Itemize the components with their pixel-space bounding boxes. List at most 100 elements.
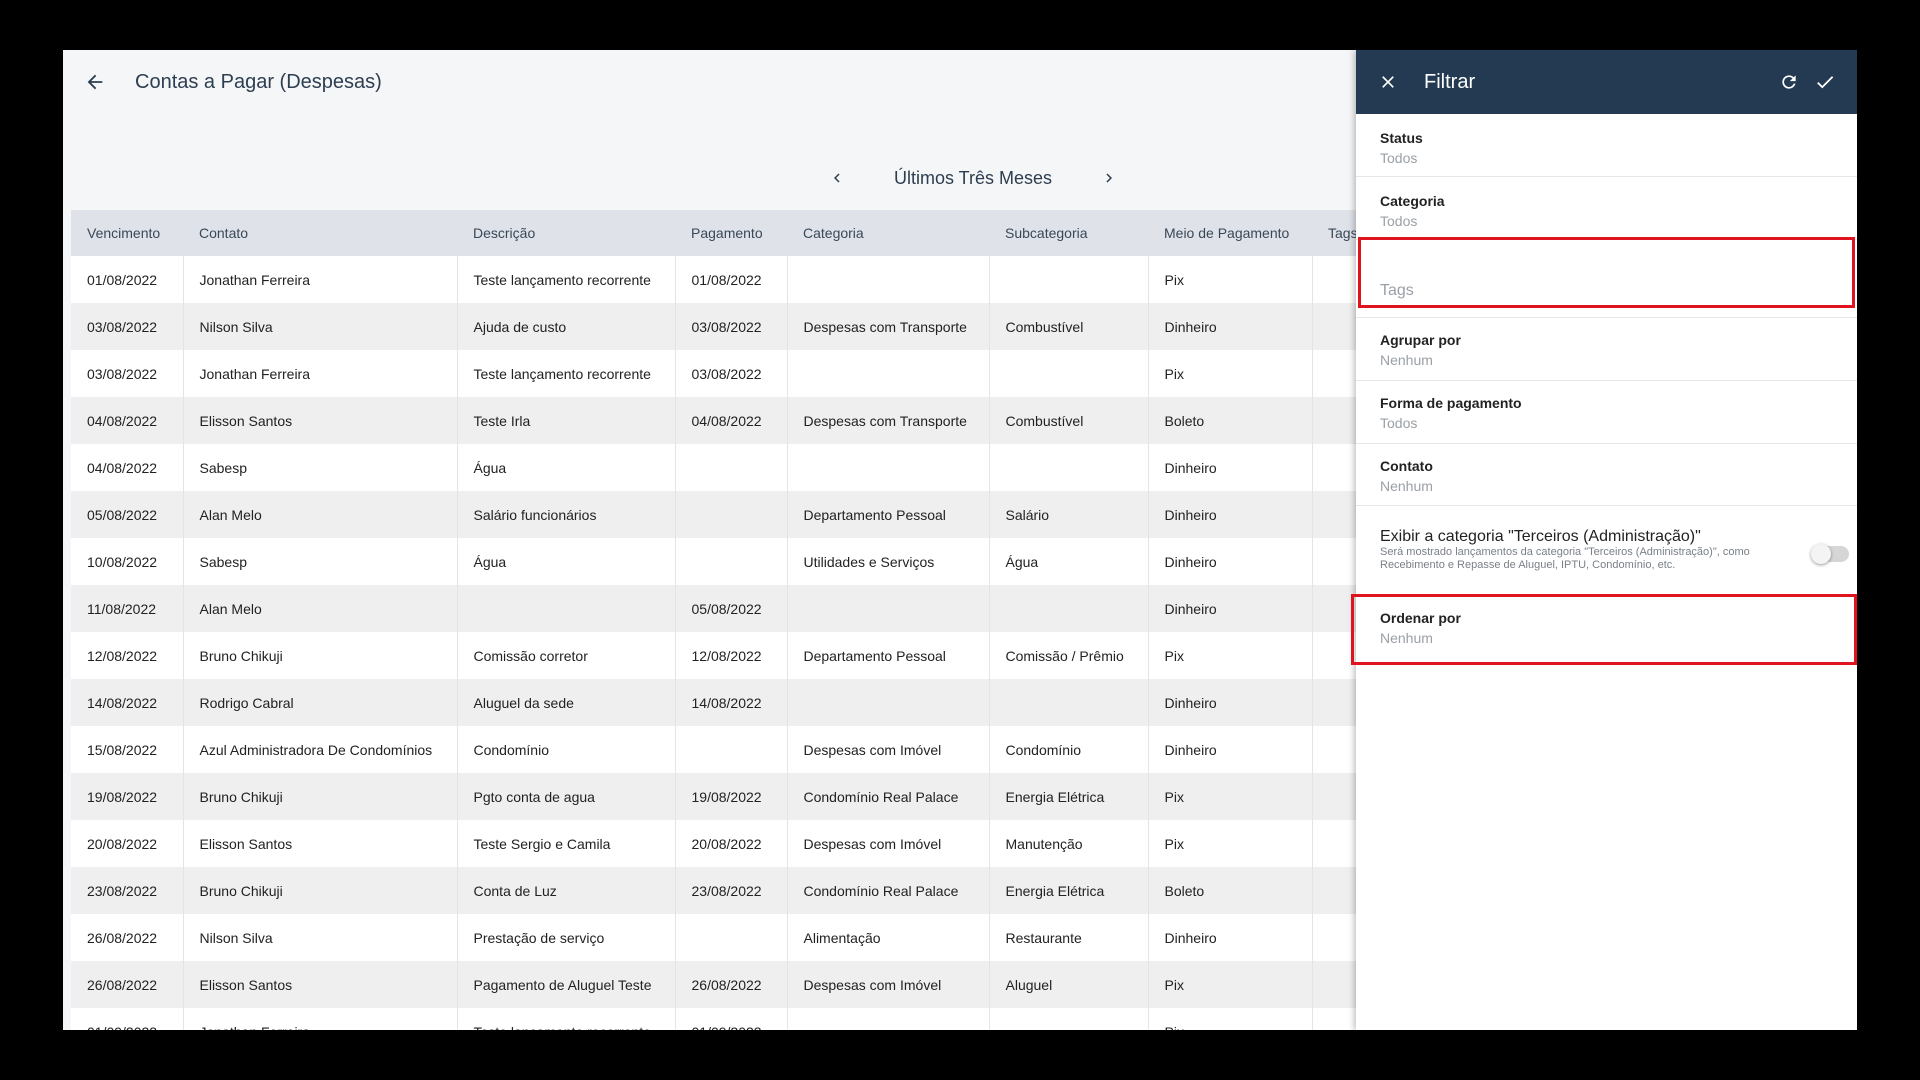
table-cell: 01/08/2022: [71, 256, 184, 303]
table-cell: Pix: [1148, 773, 1313, 820]
table-cell: Pix: [1148, 820, 1313, 867]
table-cell: 01/09/2022: [71, 1008, 184, 1030]
period-label: Últimos Três Meses: [893, 167, 1053, 188]
table-row[interactable]: 03/08/2022 Nilson Silva Ajuda de custo 03/0…: [71, 303, 1356, 350]
table-cell: [1312, 397, 1356, 444]
tags-field[interactable]: Tags: [1356, 240, 1857, 318]
table-cell: [675, 538, 788, 585]
terceiros-toggle-switch[interactable]: [1811, 544, 1849, 564]
column-header[interactable]: Pagamento: [675, 210, 787, 256]
column-header[interactable]: Categoria: [787, 210, 989, 256]
table-cell: Elisson Santos: [183, 961, 458, 1008]
table-cell: 04/08/2022: [71, 397, 184, 444]
table-cell: Alimentação: [787, 914, 990, 961]
table-cell: [1312, 444, 1356, 491]
column-header[interactable]: Tags: [1312, 210, 1356, 256]
page-title: Contas a Pagar (Despesas): [135, 70, 382, 93]
next-period-button[interactable]: [1095, 164, 1123, 192]
table-cell: [787, 256, 990, 303]
back-button[interactable]: [63, 50, 127, 114]
table-cell: Restaurante: [989, 914, 1149, 961]
table-cell: Dinheiro: [1148, 726, 1313, 773]
table-row[interactable]: 01/08/2022 Jonathan Ferreira Teste lançame…: [71, 256, 1356, 303]
table-cell: 03/08/2022: [675, 350, 788, 397]
table-cell: 04/08/2022: [675, 397, 788, 444]
reset-filter-button[interactable]: [1771, 50, 1807, 114]
table-cell: Departamento Pessoal: [787, 632, 990, 679]
expenses-table-container: Vencimento Contato Descrição Pagamento C…: [71, 210, 1356, 1030]
table-cell: Pix: [1148, 350, 1313, 397]
table-cell: Sabesp: [183, 538, 458, 585]
column-header[interactable]: Subcategoria: [989, 210, 1148, 256]
ordenar-filter[interactable]: Ordenar por Nenhum: [1356, 596, 1857, 659]
table-cell: Pix: [1148, 632, 1313, 679]
table-cell: Pagamento de Aluguel Teste: [457, 961, 676, 1008]
filter-panel-title: Filtrar: [1424, 70, 1476, 93]
table-cell: Energia Elétrica: [989, 773, 1149, 820]
table-cell: [1312, 256, 1356, 303]
terceiros-title: Exibir a categoria "Terceiros (Administr…: [1380, 528, 1701, 545]
table-cell: 15/08/2022: [71, 726, 184, 773]
table-row[interactable]: 26/08/2022 Elisson Santos Pagamento de Alu…: [71, 961, 1356, 1008]
table-cell: Teste Irla: [457, 397, 676, 444]
table-cell: Jonathan Ferreira: [183, 350, 458, 397]
forma-pagamento-value: Todos: [1380, 415, 1418, 431]
status-label: Status: [1380, 130, 1423, 146]
table-row[interactable]: 19/08/2022 Bruno Chikuji Pgto conta de agu…: [71, 773, 1356, 820]
forma-pagamento-filter[interactable]: Forma de pagamento Todos: [1356, 381, 1857, 444]
table-row[interactable]: 05/08/2022 Alan Melo Salário funcionários D…: [71, 491, 1356, 538]
table-row[interactable]: 12/08/2022 Bruno Chikuji Comissão corretor…: [71, 632, 1356, 679]
table-cell: Nilson Silva: [183, 914, 458, 961]
table-cell: Alan Melo: [183, 585, 458, 632]
table-cell: 10/08/2022: [71, 538, 184, 585]
table-cell: Jonathan Ferreira: [183, 1008, 458, 1030]
table-cell: [787, 350, 990, 397]
table-cell: [675, 726, 788, 773]
status-filter[interactable]: Status Todos: [1356, 114, 1857, 177]
agrupar-filter[interactable]: Agrupar por Nenhum: [1356, 318, 1857, 381]
table-row[interactable]: 15/08/2022 Azul Administradora De Condomí…: [71, 726, 1356, 773]
apply-filter-button[interactable]: [1807, 50, 1843, 114]
table-cell: 05/08/2022: [675, 585, 788, 632]
table-row[interactable]: 11/08/2022 Alan Melo 05/08/2022 Dinheiro: [71, 585, 1356, 632]
column-header[interactable]: Contato: [183, 210, 457, 256]
table-cell: [787, 585, 990, 632]
table-cell: 01/09/2022: [675, 1008, 788, 1030]
table-cell: [787, 679, 990, 726]
table-row[interactable]: 04/08/2022 Elisson Santos Teste Irla 04/08/…: [71, 397, 1356, 444]
contato-label: Contato: [1380, 458, 1433, 474]
column-header[interactable]: Meio de Pagamento: [1148, 210, 1312, 256]
table-row[interactable]: 01/09/2022Jonathan FerreiraTeste lançame…: [71, 1008, 1356, 1030]
table-cell: 03/08/2022: [71, 303, 184, 350]
close-icon: [1382, 76, 1394, 88]
table-cell: [989, 585, 1149, 632]
table-cell: [1312, 726, 1356, 773]
close-filter-button[interactable]: [1356, 50, 1420, 114]
table-row[interactable]: 26/08/2022 Nilson Silva Prestação de servi…: [71, 914, 1356, 961]
table-cell: Dinheiro: [1148, 538, 1313, 585]
chevron-right-icon: [1106, 173, 1112, 183]
table-row[interactable]: 04/08/2022 Sabesp Água Dinheiro: [71, 444, 1356, 491]
table-row[interactable]: 23/08/2022 Bruno Chikuji Conta de Luz 23/08…: [71, 867, 1356, 914]
contato-filter[interactable]: Contato Nenhum: [1356, 444, 1857, 506]
table-cell: [1312, 961, 1356, 1008]
table-cell: 26/08/2022: [71, 914, 184, 961]
table-cell: 05/08/2022: [71, 491, 184, 538]
table-row[interactable]: 20/08/2022 Elisson Santos Teste Sergio e C…: [71, 820, 1356, 867]
table-cell: Despesas com Imóvel: [787, 820, 990, 867]
table-cell: [989, 679, 1149, 726]
table-row[interactable]: 03/08/2022 Jonathan Ferreira Teste lançame…: [71, 350, 1356, 397]
categoria-filter[interactable]: Categoria Todos: [1356, 177, 1857, 240]
previous-period-button[interactable]: [823, 164, 851, 192]
column-header[interactable]: Vencimento: [71, 210, 183, 256]
table-row[interactable]: 10/08/2022 Sabesp Água Utilidades e Serviço…: [71, 538, 1356, 585]
table-cell: Rodrigo Cabral: [183, 679, 458, 726]
table-cell: Pix: [1148, 1008, 1313, 1030]
table-cell: 20/08/2022: [71, 820, 184, 867]
filter-panel-header: Filtrar: [1356, 50, 1857, 114]
table-cell: 23/08/2022: [675, 867, 788, 914]
table-row[interactable]: 14/08/2022 Rodrigo Cabral Aluguel da sede 1…: [71, 679, 1356, 726]
table-cell: Energia Elétrica: [989, 867, 1149, 914]
column-header[interactable]: Descrição: [457, 210, 675, 256]
table-cell: [1312, 773, 1356, 820]
